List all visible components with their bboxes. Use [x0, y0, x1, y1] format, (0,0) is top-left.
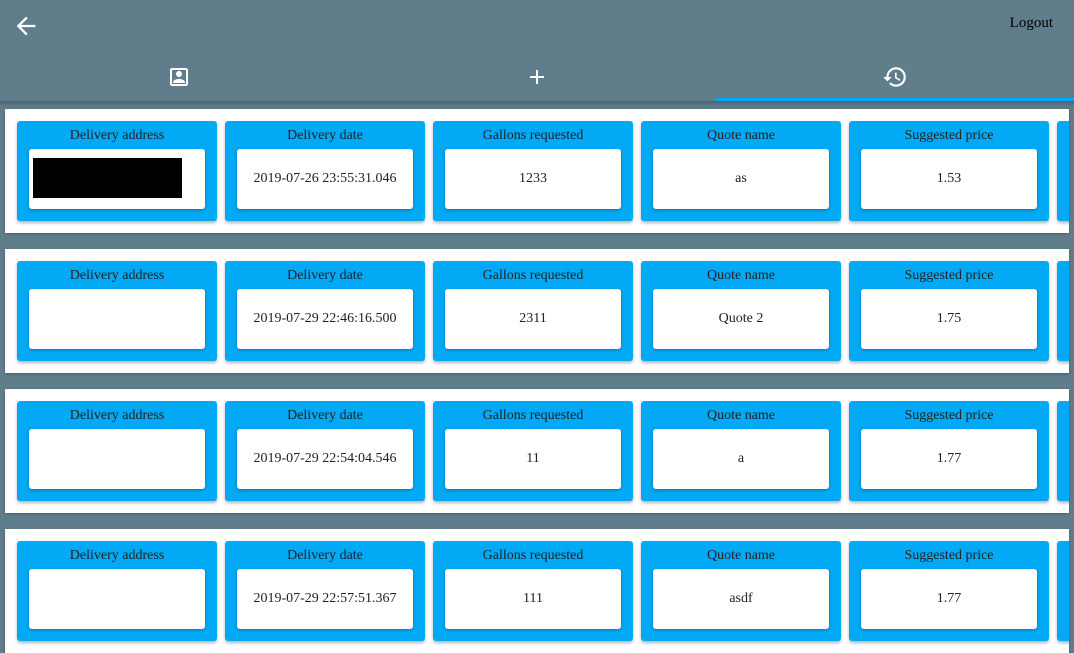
gallons-requested-value: 111	[445, 569, 621, 629]
delivery-address-card: Delivery address	[17, 261, 217, 361]
back-button[interactable]	[12, 12, 40, 40]
delivery-date-label: Delivery date	[287, 128, 363, 143]
suggested-price-card: Suggested price 1.75	[849, 261, 1049, 361]
delivery-date-value: 2019-07-29 22:46:16.500	[237, 289, 413, 349]
redaction-box	[33, 158, 182, 198]
gallons-requested-value: 11	[445, 429, 621, 489]
suggested-price-value: 1.77	[861, 429, 1037, 489]
delivery-date-label: Delivery date	[287, 408, 363, 423]
delivery-address-value	[29, 429, 205, 489]
suggested-price-value: 1.53	[861, 149, 1037, 209]
app-bar: Logout	[0, 0, 1074, 52]
delivery-date-card: Delivery date 2019-07-29 22:46:16.500	[225, 261, 425, 361]
account-box-icon	[170, 67, 188, 86]
history-icon	[883, 66, 906, 87]
gallons-requested-card: Gallons requested 2311	[433, 261, 633, 361]
delivery-date-label: Delivery date	[287, 268, 363, 283]
suggested-price-card: Suggested price 1.77	[849, 541, 1049, 641]
delivery-date-value: 2019-07-29 22:57:51.367	[237, 569, 413, 629]
suggested-price-card: Suggested price 1.53	[849, 121, 1049, 221]
delivery-date-value: 2019-07-26 23:55:31.046	[237, 149, 413, 209]
suggested-price-label: Suggested price	[904, 128, 994, 143]
quote-name-value: Quote 2	[653, 289, 829, 349]
gallons-requested-label: Gallons requested	[482, 128, 584, 143]
delivery-address-card: Delivery address	[17, 541, 217, 641]
quote-name-value: asdf	[653, 569, 829, 629]
quote-name-value: a	[653, 429, 829, 489]
quote-name-label: Quote name	[706, 128, 776, 143]
delivery-address-value	[29, 149, 205, 209]
tab-history[interactable]	[716, 52, 1074, 101]
quote-name-card: Quote name a	[641, 401, 841, 501]
delivery-address-label: Delivery address	[69, 408, 165, 423]
delivery-address-value	[29, 569, 205, 629]
quote-name-label: Quote name	[706, 268, 776, 283]
suggested-price-value: 1.75	[861, 289, 1037, 349]
suggested-price-card: Suggested price 1.77	[849, 401, 1049, 501]
delivery-address-label: Delivery address	[69, 128, 165, 143]
gallons-requested-card: Gallons requested 1233	[433, 121, 633, 221]
quote-name-card: Quote name asdf	[641, 541, 841, 641]
gallons-requested-value: 2311	[445, 289, 621, 349]
delivery-address-card: Delivery address	[17, 121, 217, 221]
gallons-requested-label: Gallons requested	[482, 548, 584, 563]
arrow-back-icon	[16, 16, 36, 36]
next-card-partial	[1057, 541, 1069, 641]
gallons-requested-label: Gallons requested	[482, 268, 584, 283]
quote-row: Delivery address Delivery date 2019-07-2…	[5, 529, 1069, 653]
quote-name-card: Quote name Quote 2	[641, 261, 841, 361]
plus-icon	[530, 69, 544, 84]
suggested-price-value: 1.77	[861, 569, 1037, 629]
quote-name-label: Quote name	[706, 548, 776, 563]
delivery-date-card: Delivery date 2019-07-29 22:57:51.367	[225, 541, 425, 641]
header-shadow	[0, 101, 1074, 107]
next-card-partial	[1057, 261, 1069, 361]
delivery-address-label: Delivery address	[69, 268, 165, 283]
delivery-address-value	[29, 289, 205, 349]
gallons-requested-value: 1233	[445, 149, 621, 209]
delivery-date-card: Delivery date 2019-07-29 22:54:04.546	[225, 401, 425, 501]
tab-bar	[0, 52, 1074, 101]
delivery-date-card: Delivery date 2019-07-26 23:55:31.046	[225, 121, 425, 221]
gallons-requested-label: Gallons requested	[482, 408, 584, 423]
quote-name-card: Quote name as	[641, 121, 841, 221]
quote-name-value: as	[653, 149, 829, 209]
quote-row: Delivery address Delivery date 2019-07-2…	[5, 389, 1069, 513]
gallons-requested-card: Gallons requested 111	[433, 541, 633, 641]
delivery-date-label: Delivery date	[287, 548, 363, 563]
logout-button[interactable]: Logout	[1010, 15, 1053, 32]
suggested-price-label: Suggested price	[904, 408, 994, 423]
delivery-address-card: Delivery address	[17, 401, 217, 501]
tab-profile[interactable]	[0, 52, 358, 101]
tab-new-quote[interactable]	[358, 52, 716, 101]
next-card-partial	[1057, 121, 1069, 221]
suggested-price-label: Suggested price	[904, 268, 994, 283]
gallons-requested-card: Gallons requested 11	[433, 401, 633, 501]
next-card-partial	[1057, 401, 1069, 501]
suggested-price-label: Suggested price	[904, 548, 994, 563]
delivery-date-value: 2019-07-29 22:54:04.546	[237, 429, 413, 489]
delivery-address-label: Delivery address	[69, 548, 165, 563]
quote-name-label: Quote name	[706, 408, 776, 423]
quote-row: Delivery address Delivery date 2019-07-2…	[5, 109, 1069, 233]
quote-row: Delivery address Delivery date 2019-07-2…	[5, 249, 1069, 373]
